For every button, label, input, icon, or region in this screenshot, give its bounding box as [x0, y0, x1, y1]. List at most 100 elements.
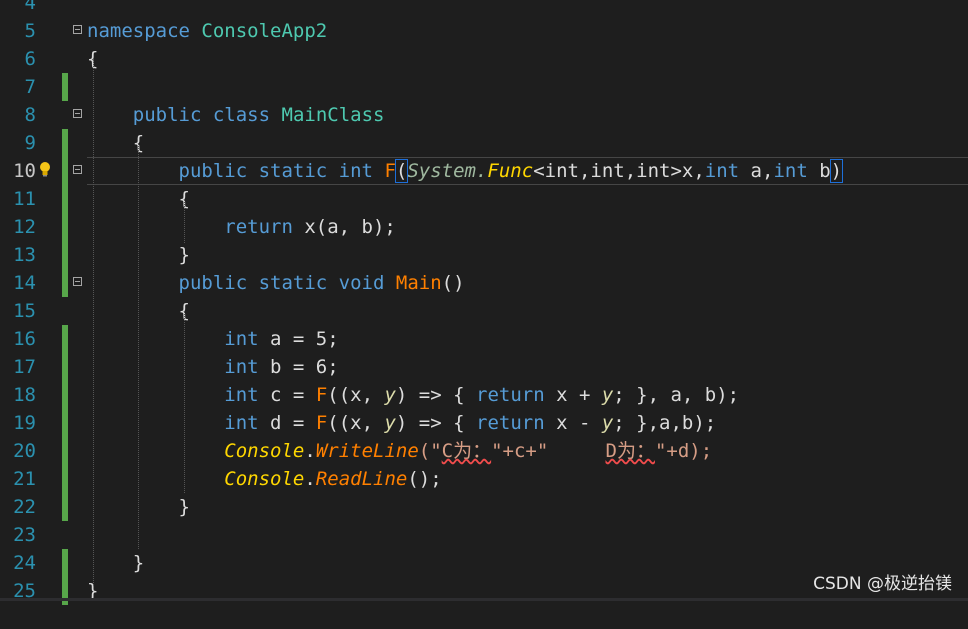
line-number: 14 [13, 272, 36, 294]
change-marker [62, 353, 68, 381]
keyword: int [224, 384, 259, 406]
method-name: Main [395, 272, 442, 294]
line-number: 6 [24, 48, 36, 70]
method-call: WriteLine [315, 440, 419, 462]
watermark: CSDN @极逆抬镁 [813, 574, 952, 594]
class-name: MainClass [281, 104, 385, 126]
fold-toggle-icon[interactable] [73, 165, 82, 174]
code-text: x(a, b); [292, 216, 396, 238]
change-marker [62, 269, 68, 297]
fold-toggle-icon[interactable] [73, 109, 82, 118]
string-literal: C为： [441, 440, 492, 462]
code-line[interactable]: 6 { [0, 45, 968, 73]
line-number: 9 [24, 132, 36, 154]
code-line[interactable]: 5 namespace ConsoleApp2 [0, 17, 968, 45]
method-call: ReadLine [315, 468, 408, 490]
code-text: c = [258, 384, 316, 406]
line-number: 13 [13, 244, 36, 266]
fold-toggle-icon[interactable] [73, 25, 82, 34]
code-text: ((x, [327, 384, 385, 406]
code-line[interactable]: 8 public class MainClass [0, 101, 968, 129]
indent-guide [184, 199, 185, 243]
code-line[interactable]: 21 Console.ReadLine(); [0, 465, 968, 493]
line-number: 10 [13, 160, 36, 182]
keyword: namespace [87, 20, 190, 42]
line-number: 16 [13, 328, 36, 350]
code-line-current[interactable]: 10 public static int F(System.Func<int,i… [0, 157, 968, 185]
code-text: } [178, 496, 190, 518]
code-line[interactable]: 11 { [0, 185, 968, 213]
code-text: ; },a,b); [613, 412, 717, 434]
keyword: return [224, 216, 293, 238]
keyword: return [476, 384, 545, 406]
code-line[interactable]: 12 return x(a, b); [0, 213, 968, 241]
code-text: . [304, 468, 316, 490]
code-line[interactable]: 4 [0, 0, 968, 17]
indent-guide [138, 143, 139, 549]
lambda-param: y [601, 412, 614, 434]
change-marker [62, 157, 68, 185]
lightbulb-icon[interactable] [39, 161, 51, 177]
namespace-name: ConsoleApp2 [201, 20, 328, 42]
string-literal: (" [418, 440, 442, 462]
generic-args: <int,int,int>x, [533, 160, 705, 182]
change-marker [62, 185, 68, 213]
keyword: public static void [178, 272, 385, 294]
line-number: 15 [13, 300, 36, 322]
line-number: 8 [24, 104, 36, 126]
change-marker [62, 493, 68, 521]
line-number: 19 [13, 412, 36, 434]
method-call: F [315, 412, 328, 434]
code-line[interactable]: 22 } [0, 493, 968, 521]
namespace-ref: System. [407, 160, 488, 182]
code-editor[interactable]: 4 5 namespace ConsoleApp2 6 { 7 8 public… [0, 0, 968, 629]
lambda-param: y [384, 384, 396, 406]
code-line[interactable]: 19 int d = F((x, y) => { return x - y; }… [0, 409, 968, 437]
code-line[interactable]: 7 [0, 73, 968, 101]
change-marker [62, 549, 68, 577]
code-text: b = 6; [258, 356, 339, 378]
code-line[interactable]: 16 int a = 5; [0, 325, 968, 353]
line-number: 24 [13, 552, 36, 574]
change-marker [62, 437, 68, 465]
line-number: 18 [13, 384, 36, 406]
string-literal: "+d); [654, 440, 713, 462]
method-name: F [384, 160, 396, 182]
class-ref: Console [224, 468, 305, 490]
code-text: . [304, 440, 316, 462]
lambda-param: y [384, 412, 396, 434]
code-line[interactable]: 17 int b = 6; [0, 353, 968, 381]
code-text: ((x, [327, 412, 385, 434]
keyword: int [224, 328, 259, 350]
method-call: F [315, 384, 328, 406]
code-text: x - [544, 412, 602, 434]
code-text: ) => { [395, 384, 476, 406]
change-marker [62, 213, 68, 241]
param: b [807, 160, 831, 182]
brace-match: ( [394, 159, 409, 183]
string-literal: D为： [605, 440, 655, 462]
line-number: 23 [13, 524, 36, 546]
code-line[interactable]: 15 { [0, 297, 968, 325]
change-marker [62, 409, 68, 437]
lambda-param: y [601, 384, 614, 406]
code-text: ) => { [395, 412, 476, 434]
code-line[interactable]: 23 [0, 521, 968, 549]
code-text: () [441, 272, 465, 294]
fold-toggle-icon[interactable] [73, 277, 82, 286]
change-marker [62, 465, 68, 493]
keyword: int [224, 356, 259, 378]
change-marker [62, 73, 68, 101]
code-line[interactable]: 18 int c = F((x, y) => { return x + y; }… [0, 381, 968, 409]
line-number: 21 [13, 468, 36, 490]
code-line[interactable]: 14 public static void Main() [0, 269, 968, 297]
line-number: 17 [13, 356, 36, 378]
code-line[interactable]: 20 Console.WriteLine("C为："+c+" D为："+d); [0, 437, 968, 465]
change-marker [62, 381, 68, 409]
code-text: x + [544, 384, 602, 406]
keyword: public static int [178, 160, 373, 182]
keyword: int [224, 412, 259, 434]
code-line[interactable]: 13 } [0, 241, 968, 269]
code-line[interactable]: 9 { [0, 129, 968, 157]
code-text: d = [258, 412, 316, 434]
